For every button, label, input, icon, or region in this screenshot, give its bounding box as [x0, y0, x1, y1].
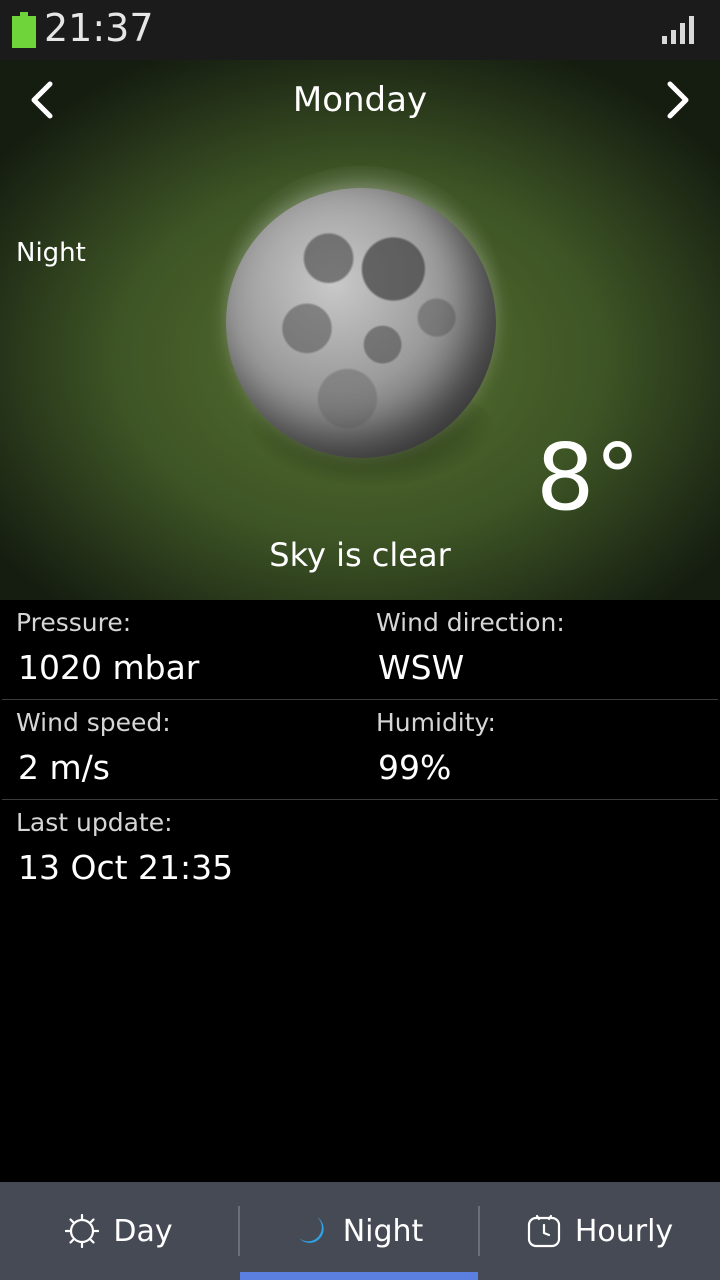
detail-row: Wind speed: 2 m/s Humidity: 99% — [0, 700, 720, 800]
signal-icon — [662, 16, 694, 44]
detail-row: Pressure: 1020 mbar Wind direction: WSW — [0, 600, 720, 700]
detail-row: Last update: 13 Oct 21:35 — [0, 800, 720, 900]
weather-details: Pressure: 1020 mbar Wind direction: WSW … — [0, 600, 720, 900]
moon-icon — [206, 166, 516, 488]
battery-icon — [12, 12, 36, 48]
last-update-label: Last update: — [16, 808, 173, 837]
selected-tab-indicator — [240, 1272, 478, 1280]
wind-direction-label: Wind direction: — [376, 608, 565, 637]
wind-speed-value: 2 m/s — [18, 748, 110, 787]
tab-night-label: Night — [342, 1213, 424, 1249]
tab-day-label: Day — [113, 1213, 173, 1249]
humidity-label: Humidity: — [376, 708, 496, 737]
condition-text: Sky is clear — [269, 536, 451, 574]
forecast-hero: Monday Night 8° Sky is clear — [0, 60, 720, 600]
clock-icon — [527, 1214, 560, 1248]
chevron-right-icon[interactable] — [656, 80, 696, 120]
day-title: Monday — [292, 80, 428, 120]
humidity-value: 99% — [378, 748, 452, 787]
sun-icon — [65, 1214, 100, 1248]
tab-night[interactable]: Night — [240, 1182, 478, 1280]
tab-hourly[interactable]: Hourly — [480, 1182, 720, 1280]
status-bar: 21:37 — [0, 0, 720, 60]
pressure-label: Pressure: — [16, 608, 132, 637]
wind-direction-value: WSW — [378, 648, 465, 687]
weather-screen: 21:37 Monday Night 8° Sky is clear Press… — [0, 0, 720, 1280]
temperature: 8° — [536, 424, 641, 531]
period-label: Night — [16, 238, 86, 268]
bottom-tab-bar: Day Night Hourly — [0, 1182, 720, 1280]
last-update-value: 13 Oct 21:35 — [18, 848, 234, 887]
pressure-value: 1020 mbar — [18, 648, 200, 687]
status-time: 21:37 — [44, 6, 154, 50]
crescent-moon-icon — [298, 1217, 324, 1243]
tab-hourly-label: Hourly — [574, 1213, 674, 1249]
wind-speed-label: Wind speed: — [16, 708, 171, 737]
tab-day[interactable]: Day — [0, 1182, 238, 1280]
